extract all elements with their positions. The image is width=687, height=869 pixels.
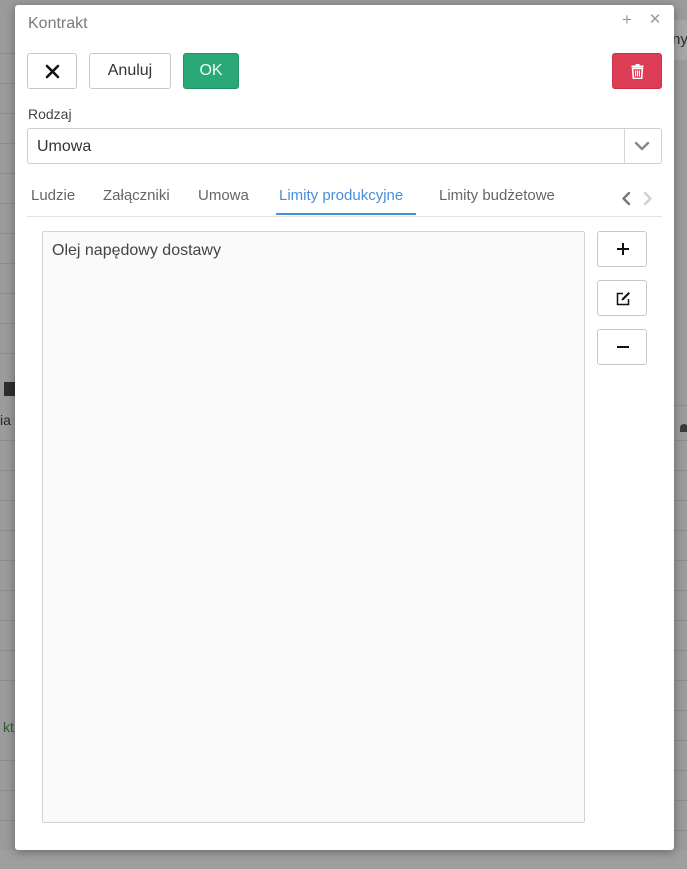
edit-icon — [616, 292, 630, 306]
chevron-left-icon[interactable] — [621, 191, 631, 206]
remove-button[interactable] — [597, 329, 647, 365]
minus-icon — [617, 346, 629, 348]
background-file-icon — [4, 382, 15, 396]
delete-button[interactable] — [612, 53, 662, 89]
plus-icon — [617, 243, 629, 255]
type-select[interactable]: Umowa — [27, 128, 662, 164]
type-select-value: Umowa — [37, 138, 92, 155]
chevron-right-icon[interactable] — [643, 191, 653, 206]
contract-dialog: Kontrakt + ✕ Anuluj OK Rodzaj Umowa Ludz… — [15, 5, 674, 850]
tab-bar: Ludzie Załączniki Umowa Limity produkcyj… — [27, 179, 662, 217]
add-button[interactable] — [597, 231, 647, 267]
tab-budget-limits[interactable]: Limity budżetowe — [439, 187, 555, 204]
background-left-green-text: kt — [3, 719, 14, 735]
ok-button[interactable]: OK — [183, 53, 239, 89]
tab-agreement[interactable]: Umowa — [198, 187, 249, 204]
production-limits-list[interactable]: Olej napędowy dostawy — [42, 231, 585, 823]
list-item[interactable]: Olej napędowy dostawy — [52, 242, 221, 260]
background-right-icon — [680, 424, 687, 432]
chevron-down-icon[interactable] — [634, 141, 650, 151]
background-right-text: ny — [672, 31, 687, 48]
dialog-title: Kontrakt — [28, 15, 88, 32]
close-icon[interactable]: ✕ — [646, 11, 664, 29]
background-bottom-strip — [0, 850, 687, 869]
maximize-icon[interactable]: + — [618, 11, 636, 29]
tab-production-limits[interactable]: Limity produkcyjne — [279, 187, 403, 204]
trash-icon — [631, 64, 644, 79]
close-button[interactable] — [27, 53, 77, 89]
background-left-text: ia — [0, 412, 11, 428]
tab-attachments[interactable]: Załączniki — [103, 187, 170, 204]
cancel-button[interactable]: Anuluj — [89, 53, 171, 89]
type-label: Rodzaj — [28, 106, 72, 122]
tab-people[interactable]: Ludzie — [31, 187, 75, 204]
active-tab-indicator — [276, 213, 416, 215]
edit-button[interactable] — [597, 280, 647, 316]
select-divider — [624, 129, 625, 163]
x-icon — [45, 64, 60, 79]
